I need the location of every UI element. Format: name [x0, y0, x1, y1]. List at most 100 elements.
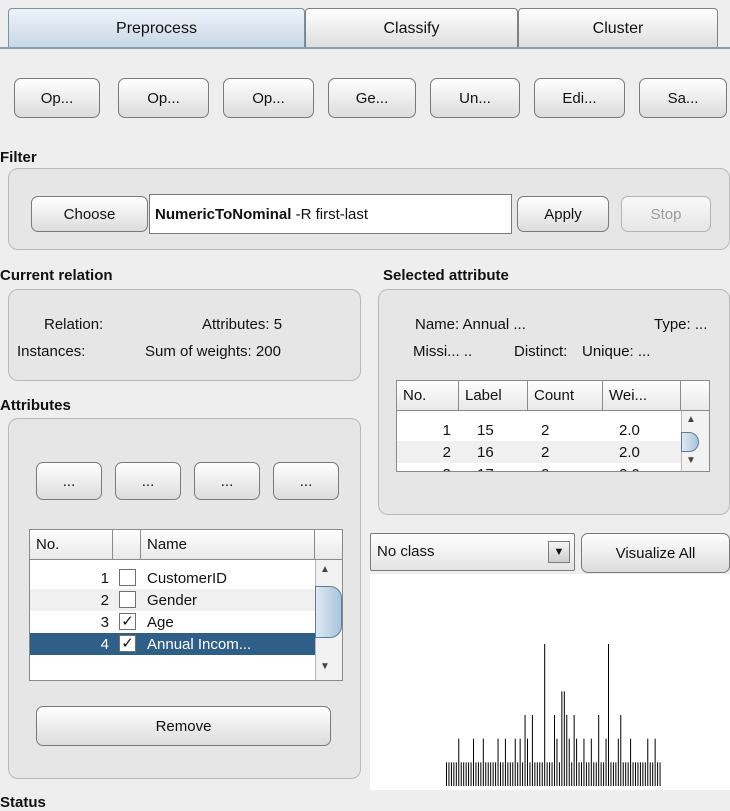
apply-button[interactable]: Apply [517, 196, 609, 232]
attributes-count: Attributes: 5 [202, 316, 283, 333]
histogram-bar [531, 715, 533, 786]
histogram-bar [487, 762, 489, 786]
tab-classify[interactable]: Classify [305, 8, 518, 48]
histogram-bar [551, 762, 553, 786]
row-checkbox[interactable] [119, 591, 136, 608]
visualize-all-button[interactable]: Visualize All [581, 533, 730, 573]
scroll-up-icon[interactable]: ▲ [320, 564, 330, 575]
row-checkbox[interactable]: ✓ [119, 613, 136, 630]
table-row[interactable]: 1 CustomerID [30, 567, 315, 589]
histogram-bar [573, 715, 575, 786]
label-no: 2 [442, 443, 451, 461]
histogram-bar [453, 762, 455, 786]
attributes-label: Attributes [0, 397, 71, 414]
col-header-corner [681, 381, 709, 411]
histogram-bar [500, 762, 501, 786]
attribute-select-none-button[interactable]: ... [115, 462, 181, 500]
histogram-bar [644, 762, 646, 786]
label-weight: 2.0 [619, 421, 640, 439]
histogram-bar [485, 762, 487, 786]
tab-underline [0, 47, 730, 49]
histogram-bar [561, 691, 563, 786]
attributes-scrollbar[interactable]: ▲ ▼ [315, 560, 342, 680]
choose-filter-button[interactable]: Choose [31, 196, 148, 232]
label-row[interactable]: 2 16 2 2.0 [397, 441, 681, 463]
scroll-up-icon[interactable]: ▲ [686, 414, 696, 425]
histogram-bar [588, 762, 590, 786]
current-relation-label: Current relation [0, 267, 113, 284]
col-header-label[interactable]: Label [459, 381, 528, 411]
save-button[interactable]: Sa... [639, 78, 727, 118]
histogram-bar [583, 738, 585, 786]
histogram-bar [630, 738, 632, 786]
histogram-bar [637, 762, 639, 786]
tab-cluster[interactable]: Cluster [518, 8, 718, 48]
table-row[interactable]: 2 Gender [30, 589, 315, 611]
histogram-bar [519, 738, 521, 786]
label-no: 3 [397, 463, 457, 472]
scroll-down-icon[interactable]: ▼ [320, 661, 330, 672]
histogram-bar [529, 762, 531, 786]
open-db-button[interactable]: Op... [223, 78, 314, 118]
histogram-bar [450, 762, 452, 786]
open-file-button[interactable]: Op... [14, 78, 100, 118]
labels-scrollbar[interactable]: ▲ ▼ [681, 411, 709, 471]
scroll-down-icon[interactable]: ▼ [686, 455, 696, 466]
histogram-bar [492, 762, 494, 786]
attribute-invert-button[interactable]: ... [194, 462, 260, 500]
attribute-pattern-button[interactable]: ... [273, 462, 339, 500]
col-header-no[interactable]: No. [30, 530, 113, 560]
histogram-bar [522, 762, 524, 786]
label-row[interactable]: 3 17 2 2.0 [397, 463, 681, 472]
row-checkbox[interactable] [119, 569, 136, 586]
row-name: Annual Incom... [147, 635, 252, 653]
label-count: 2 [541, 463, 596, 472]
histogram-bar [504, 738, 506, 786]
histogram-bar [536, 762, 538, 786]
histogram-bar [497, 738, 499, 786]
filter-field[interactable]: NumericToNominal -R first-last [149, 194, 512, 234]
label-row[interactable]: 1 15 2 2.0 [397, 419, 681, 441]
table-row-selected[interactable]: 4 ✓ Annual Incom... [30, 633, 315, 655]
col-header-no[interactable]: No. [397, 381, 459, 411]
scroll-thumb[interactable] [315, 586, 342, 638]
generate-button[interactable]: Ge... [328, 78, 416, 118]
edit-button[interactable]: Edi... [534, 78, 625, 118]
attr-name: Name: Annual ... [415, 316, 526, 333]
sum-of-weights: Sum of weights: 200 [145, 343, 281, 360]
histogram-bar [512, 762, 514, 786]
table-row[interactable]: 3 ✓ Age [30, 611, 315, 633]
row-checkbox[interactable]: ✓ [119, 635, 136, 652]
histogram-bar [460, 762, 462, 786]
chevron-down-icon[interactable]: ▼ [548, 541, 570, 563]
label-value: 17 [477, 463, 522, 472]
label-weight: 2.0 [619, 443, 640, 461]
histogram-bar [593, 762, 595, 786]
histogram-bar [568, 738, 570, 786]
histogram-bar [546, 762, 548, 786]
histogram-bar [566, 715, 568, 786]
scroll-thumb[interactable] [681, 432, 699, 452]
histogram-bar [480, 762, 482, 786]
col-header-count[interactable]: Count [528, 381, 603, 411]
histogram-bar [541, 762, 543, 786]
tab-preprocess[interactable]: Preprocess [8, 8, 305, 48]
col-header-weight[interactable]: Wei... [603, 381, 681, 411]
attribute-select-all-button[interactable]: ... [36, 462, 102, 500]
class-select-value: No class [377, 543, 435, 560]
histogram-bar [654, 738, 656, 786]
open-url-button[interactable]: Op... [118, 78, 209, 118]
stop-button[interactable]: Stop [621, 196, 711, 232]
attr-unique: Unique: ... [582, 343, 651, 360]
relation-label: Relation: [44, 316, 104, 333]
histogram-bar [595, 762, 597, 786]
col-header-name[interactable]: Name [141, 530, 315, 560]
histogram-bar [509, 762, 511, 786]
undo-button[interactable]: Un... [430, 78, 520, 118]
class-select[interactable]: No class ▼ [370, 533, 575, 571]
histogram-bar [581, 762, 582, 786]
histogram-bar [507, 762, 509, 786]
labels-table: No. Label Count Wei... 1 15 2 2.0 2 16 2… [396, 380, 710, 472]
remove-button[interactable]: Remove [36, 706, 331, 746]
col-header-checkbox[interactable] [113, 530, 141, 560]
